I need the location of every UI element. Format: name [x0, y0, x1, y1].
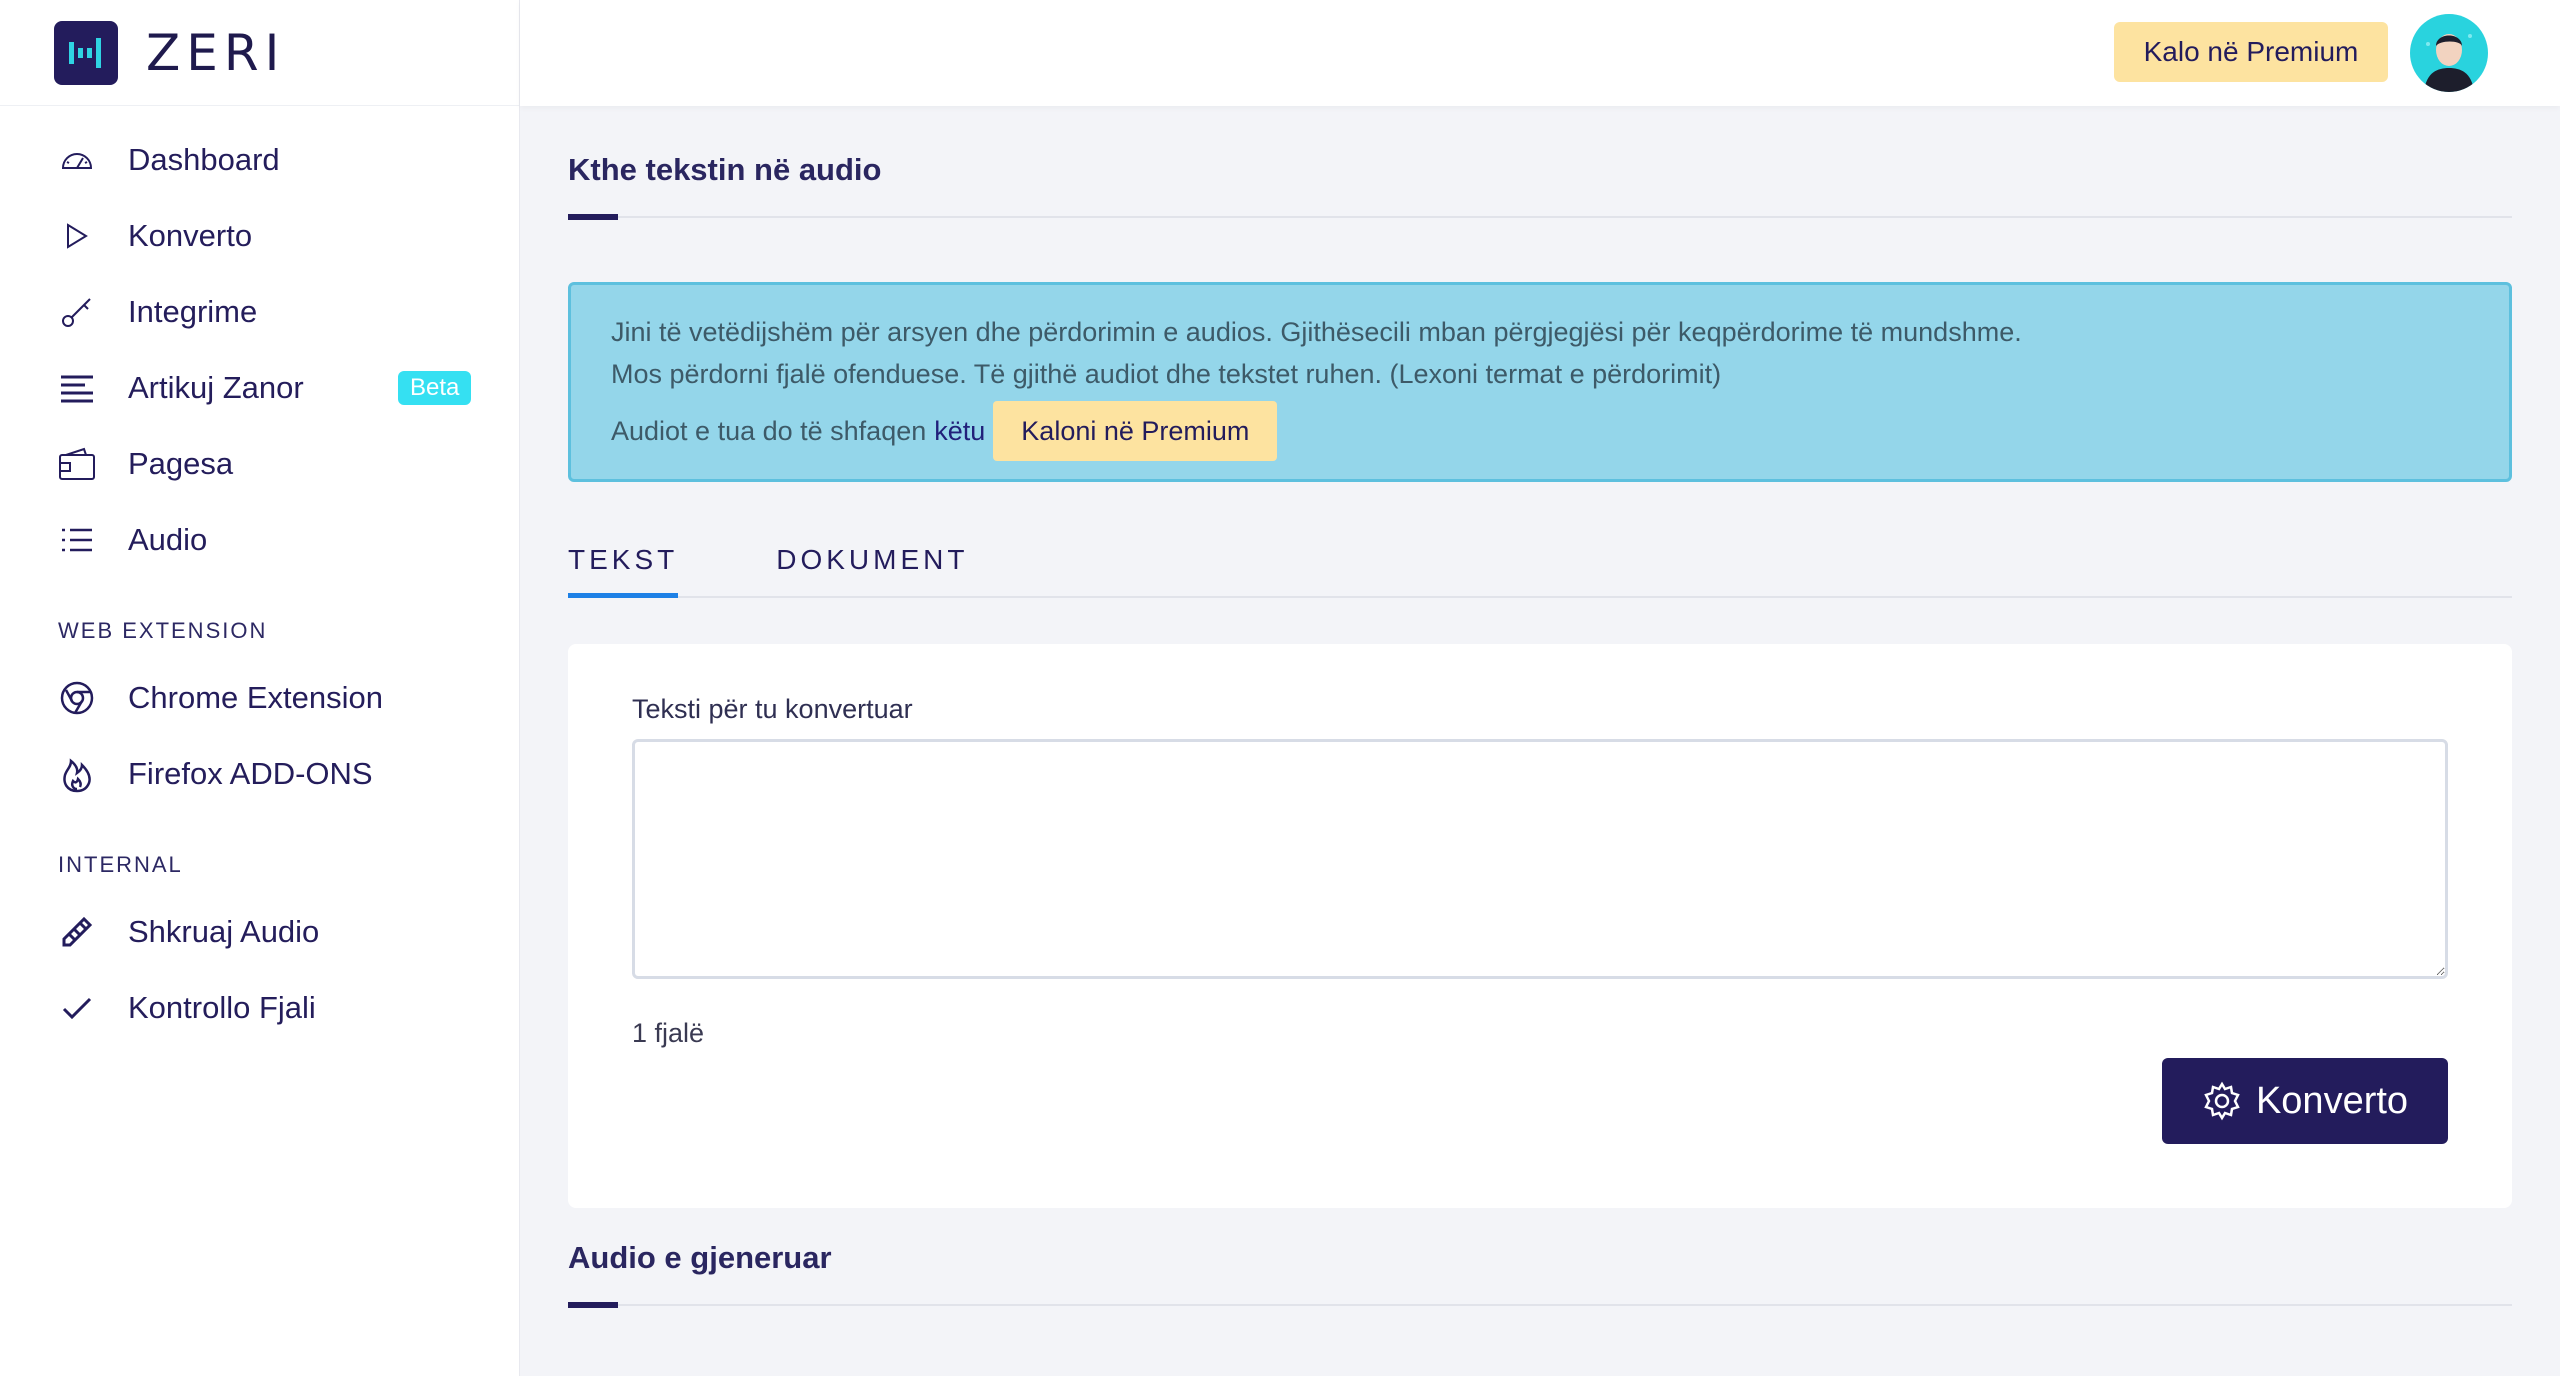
fire-icon — [58, 755, 96, 793]
sidebar-item-label: Pagesa — [128, 446, 234, 481]
gear-icon — [2202, 1081, 2242, 1121]
tab-dokument[interactable]: DOKUMENT — [776, 522, 968, 596]
sidebar-item-label: Shkruaj Audio — [128, 914, 320, 949]
alert-line-2: Mos përdorni fjalë ofenduese. Të gjithë … — [611, 359, 1722, 389]
text-input-label: Teksti për tu konvertuar — [632, 694, 913, 724]
brand-logo-icon — [54, 20, 118, 85]
top-bar: Kalo në Premium — [520, 0, 2560, 106]
generated-audio-divider — [568, 1302, 2512, 1308]
sidebar-item-audio[interactable]: Audio — [0, 502, 519, 578]
brand[interactable]: ZERI — [0, 0, 519, 106]
convert-card: Teksti për tu konvertuar 1 fjalë Konvert… — [568, 644, 2512, 1208]
sidebar-item-konverto[interactable]: Konverto — [0, 198, 519, 274]
check-icon — [58, 989, 96, 1027]
sidebar-item-chrome-extension[interactable]: Chrome Extension — [0, 660, 519, 736]
sidebar-item-label: Kontrollo Fjali — [128, 990, 316, 1025]
chrome-icon — [58, 679, 96, 717]
audio-list-link[interactable]: këtu — [934, 410, 985, 452]
page-title: Kthe tekstin në audio — [568, 152, 882, 187]
brand-name: ZERI — [146, 23, 286, 82]
pencil-icon — [58, 913, 96, 951]
avatar[interactable] — [2410, 14, 2488, 92]
title-divider — [568, 214, 2512, 220]
sidebar-item-pagesa[interactable]: Pagesa — [0, 426, 519, 502]
sidebar-item-label: Artikuj Zanor — [128, 370, 304, 405]
alert-line-3: Audiot e tua do të shfaqen këtu Kaloni n… — [611, 401, 2469, 461]
info-alert: Jini të vetëdijshëm për arsyen dhe përdo… — [568, 282, 2512, 482]
sidebar-item-firefox-addons[interactable]: Firefox ADD-ONS — [0, 736, 519, 812]
convert-button-label: Konverto — [2255, 1079, 2409, 1122]
sidebar-item-artikuj-zanor[interactable]: Artikuj Zanor Beta — [0, 350, 519, 426]
sidebar-item-dashboard[interactable]: Dashboard — [0, 122, 519, 198]
go-premium-button[interactable]: Kalo në Premium — [2114, 22, 2388, 82]
sidebar-item-shkruaj-audio[interactable]: Shkruaj Audio — [0, 894, 519, 970]
article-icon — [58, 369, 96, 407]
sidebar-item-kontrollo-fjali[interactable]: Kontrollo Fjali — [0, 970, 519, 1046]
upgrade-premium-button[interactable]: Kaloni në Premium — [993, 401, 1278, 461]
section-title-internal: INTERNAL — [58, 852, 183, 877]
sidebar-item-label: Firefox ADD-ONS — [128, 756, 373, 791]
gauge-icon — [58, 141, 96, 179]
generated-audio-title: Audio e gjeneruar — [568, 1240, 832, 1275]
sidebar-item-label: Integrime — [128, 294, 258, 329]
sidebar-item-label: Dashboard — [128, 142, 280, 177]
alert-line-1: Jini të vetëdijshëm për arsyen dhe përdo… — [611, 317, 2022, 347]
input-tabs: TEKST DOKUMENT — [568, 522, 2512, 598]
main-nav: Dashboard Konverto Integrime Artikuj Zan… — [0, 106, 519, 1046]
sidebar-item-label: Audio — [128, 522, 208, 557]
text-input[interactable] — [632, 739, 2448, 979]
play-icon — [58, 217, 96, 255]
wallet-icon — [58, 445, 96, 483]
beta-badge: Beta — [398, 371, 472, 405]
alert-line-3-text: Audiot e tua do të shfaqen — [611, 416, 927, 446]
sidebar: ZERI Dashboard Konverto Integrime Artiku… — [0, 0, 520, 1376]
convert-button[interactable]: Konverto — [2162, 1058, 2448, 1144]
section-title-web-extension: WEB EXTENSION — [58, 618, 268, 643]
main-content: Kthe tekstin në audio Jini të vetëdijshë… — [568, 106, 2512, 1308]
sidebar-item-label: Chrome Extension — [128, 680, 384, 715]
key-icon — [58, 293, 96, 331]
word-count: 1 fjalë — [632, 1018, 705, 1048]
sidebar-item-integrime[interactable]: Integrime — [0, 274, 519, 350]
sidebar-item-label: Konverto — [128, 218, 253, 253]
tab-tekst[interactable]: TEKST — [568, 522, 679, 598]
list-icon — [58, 521, 96, 559]
